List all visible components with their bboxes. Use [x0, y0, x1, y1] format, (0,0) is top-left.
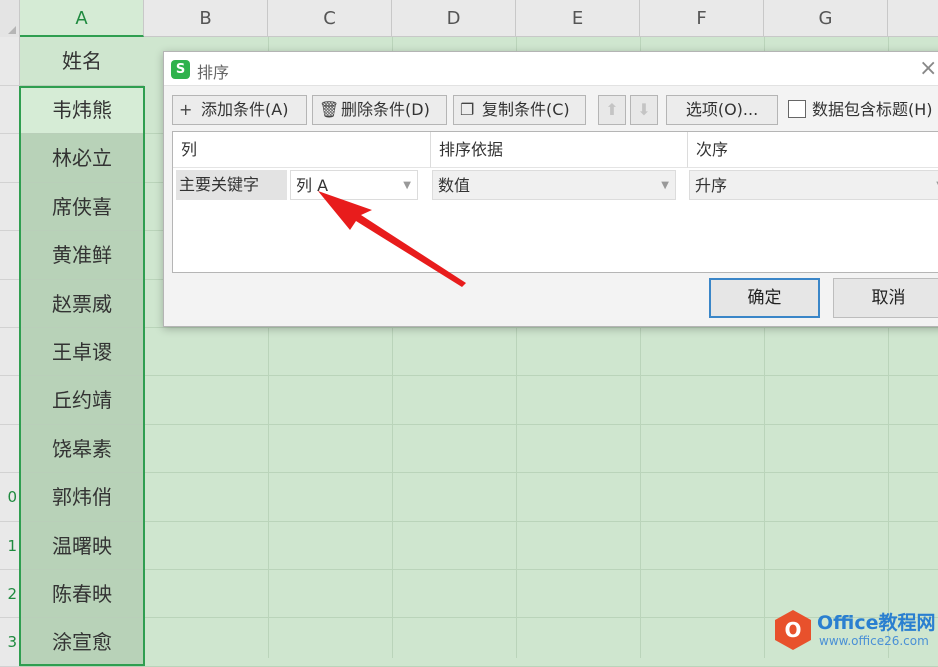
- grid-header-basis: 排序依据: [431, 132, 688, 168]
- close-icon[interactable]: ×: [919, 56, 937, 81]
- row-header[interactable]: [0, 183, 20, 231]
- add-condition-button[interactable]: + 添加条件(A): [172, 95, 307, 125]
- header-checkbox-label: 数据包含标题(H): [812, 100, 933, 119]
- column-header-f[interactable]: F: [640, 0, 764, 37]
- name-cell[interactable]: 林必立: [20, 134, 144, 183]
- order-select[interactable]: 升序 ▼: [689, 170, 938, 200]
- copy-condition-button[interactable]: ❐ 复制条件(C): [453, 95, 586, 125]
- name-cell[interactable]: 黄准鲜: [20, 231, 144, 280]
- name-cell[interactable]: 涂宣愈: [20, 618, 144, 667]
- gridline: [144, 327, 938, 328]
- copy-icon: ❐: [460, 100, 475, 119]
- cancel-button[interactable]: 取消: [833, 278, 938, 318]
- header-checkbox-row[interactable]: 数据包含标题(H): [788, 95, 933, 125]
- watermark-url: www.office26.com: [819, 634, 929, 648]
- dialog-title: 排序: [197, 63, 230, 82]
- watermark-title: Office教程网: [817, 612, 936, 634]
- row-header[interactable]: [0, 280, 20, 328]
- gridline: [144, 569, 938, 570]
- row-header[interactable]: 1: [0, 522, 20, 570]
- name-cell[interactable]: 丘约靖: [20, 376, 144, 425]
- column-header-g[interactable]: G: [764, 0, 888, 37]
- row-header[interactable]: [0, 134, 20, 183]
- gridline: [144, 424, 938, 425]
- wps-app-icon: S: [171, 60, 190, 79]
- ok-button[interactable]: 确定: [709, 278, 820, 318]
- chevron-down-icon: ▼: [403, 180, 411, 191]
- order-select-value: 升序: [695, 176, 728, 195]
- column-select[interactable]: 列 A ▼: [290, 170, 418, 200]
- arrow-up-icon: ⬆: [605, 100, 619, 119]
- name-cell[interactable]: 王卓谡: [20, 328, 144, 376]
- grid-header-column: 列: [173, 132, 431, 168]
- row-header[interactable]: 2: [0, 570, 20, 618]
- row-header[interactable]: [0, 376, 20, 425]
- copy-condition-label: 复制条件(C): [482, 100, 570, 119]
- sort-conditions-grid: 列 排序依据 次序 主要关键字 列 A ▼ 数值 ▼ 升序 ▼: [172, 131, 938, 273]
- name-cell[interactable]: 赵票威: [20, 280, 144, 328]
- plus-icon: +: [179, 100, 193, 119]
- header-cell-name[interactable]: 姓名: [20, 37, 144, 86]
- move-down-button[interactable]: ⬇: [630, 95, 658, 125]
- grid-header-order: 次序: [688, 132, 938, 168]
- row-header[interactable]: [0, 328, 20, 376]
- row-header[interactable]: [0, 231, 20, 280]
- row-header[interactable]: 0: [0, 473, 20, 522]
- move-up-button[interactable]: ⬆: [598, 95, 626, 125]
- select-all-corner[interactable]: [0, 0, 20, 37]
- header-checkbox[interactable]: [788, 100, 806, 118]
- column-header-c[interactable]: C: [268, 0, 392, 37]
- sort-dialog: S 排序 × + 添加条件(A) 🗑 删除条件(D) ❐ 复制条件(C) ⬆ ⬇ 选项…: [163, 51, 938, 327]
- delete-condition-button[interactable]: 🗑 删除条件(D): [312, 95, 447, 125]
- name-cell[interactable]: 韦炜熊: [20, 86, 144, 134]
- name-cell[interactable]: 陈春映: [20, 570, 144, 618]
- add-condition-label: 添加条件(A): [201, 100, 289, 119]
- gridline: [144, 472, 938, 473]
- column-header-e[interactable]: E: [516, 0, 640, 37]
- column-header-a[interactable]: A: [20, 0, 144, 37]
- trash-icon: 🗑: [319, 100, 340, 119]
- gridline: [144, 521, 938, 522]
- column-header-b[interactable]: B: [144, 0, 268, 37]
- dialog-titlebar[interactable]: S 排序 ×: [164, 52, 938, 86]
- gridline: [144, 375, 938, 376]
- row-header[interactable]: [0, 425, 20, 473]
- arrow-down-icon: ⬇: [637, 100, 651, 119]
- name-cell[interactable]: 席侠喜: [20, 183, 144, 231]
- watermark: O Office教程网 www.office26.com: [775, 608, 938, 658]
- basis-select-value: 数值: [438, 176, 471, 195]
- basis-select[interactable]: 数值 ▼: [432, 170, 676, 200]
- chevron-down-icon: ▼: [661, 180, 669, 191]
- row-header[interactable]: [0, 86, 20, 134]
- office-logo-icon: O: [775, 610, 811, 650]
- primary-key-label: 主要关键字: [176, 170, 287, 200]
- dialog-toolbar: + 添加条件(A) 🗑 删除条件(D) ❐ 复制条件(C) ⬆ ⬇ 选项(O)... …: [172, 95, 938, 125]
- row-header[interactable]: [0, 37, 20, 86]
- name-cell[interactable]: 郭炜俏: [20, 473, 144, 522]
- column-select-value: 列 A: [296, 176, 329, 195]
- delete-condition-label: 删除条件(D): [341, 100, 430, 119]
- row-header[interactable]: 3: [0, 618, 20, 667]
- name-cell[interactable]: 饶皋素: [20, 425, 144, 473]
- column-header-row: A B C D E F G: [0, 0, 938, 37]
- options-button[interactable]: 选项(O)...: [666, 95, 778, 125]
- name-cell[interactable]: 温曙映: [20, 522, 144, 570]
- column-header-d[interactable]: D: [392, 0, 516, 37]
